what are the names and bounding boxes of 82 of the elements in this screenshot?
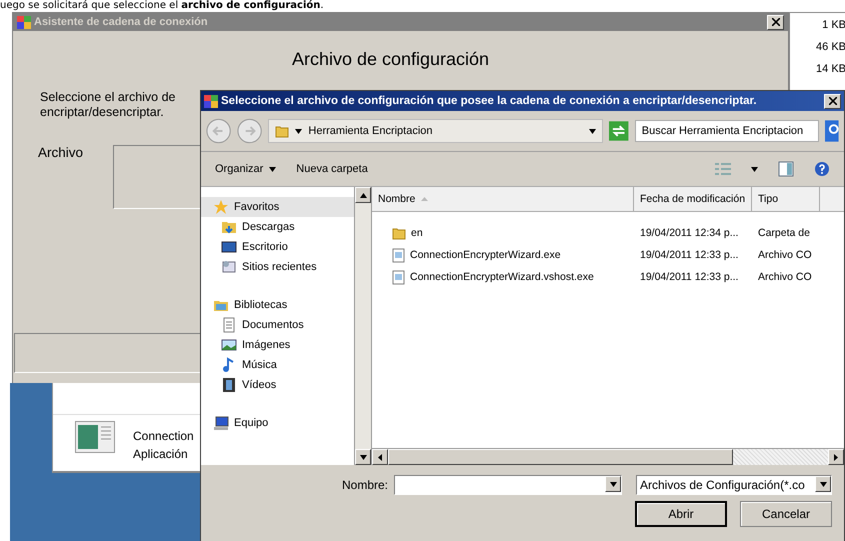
document-icon bbox=[221, 317, 237, 333]
instruction-text: Seleccione el archivo de encriptar/desencriptar. bbox=[40, 90, 176, 120]
image-icon bbox=[221, 337, 237, 353]
file-type: Archivo CO bbox=[757, 271, 813, 283]
organize-menu[interactable]: Organizar bbox=[215, 163, 276, 175]
recent-places-icon bbox=[221, 259, 237, 275]
nav-item[interactable]: Favoritos bbox=[201, 197, 354, 217]
scroll-thumb[interactable] bbox=[388, 449, 733, 465]
file-icon bbox=[392, 270, 405, 284]
modified-date: 19/04/2011 12:33 p... bbox=[639, 249, 740, 261]
caption-text: uego se solicitará que seleccione el archivo de configuración. bbox=[0, 0, 324, 12]
desktop-icon bbox=[221, 239, 237, 255]
close-button[interactable] bbox=[767, 14, 784, 30]
column-header[interactable]: Fecha de modificación bbox=[634, 187, 752, 211]
file-type: Archivo CO bbox=[757, 249, 813, 261]
dropdown-button[interactable] bbox=[605, 476, 621, 492]
caret-icon bbox=[360, 454, 366, 460]
dialog-title: Seleccione el archivo de configuración que posee la cadena de conexión a encriptar/desencriptar. bbox=[221, 95, 758, 107]
caret-icon bbox=[269, 166, 276, 172]
close-icon bbox=[772, 18, 780, 26]
new-folder-button[interactable]: Nueva carpeta bbox=[296, 163, 368, 175]
breadcrumb[interactable]: Herramienta Encriptacion bbox=[308, 125, 584, 137]
open-button[interactable]: Abrir bbox=[635, 501, 727, 527]
refresh-icon[interactable] bbox=[609, 121, 629, 141]
scroll-right-button[interactable] bbox=[828, 449, 844, 465]
close-icon bbox=[828, 97, 836, 105]
column-header[interactable]: Nombre bbox=[372, 187, 634, 211]
window-title: Asistente de cadena de conexión bbox=[34, 16, 209, 28]
star-icon bbox=[213, 199, 229, 215]
nav-item[interactable]: Equipo bbox=[201, 413, 354, 433]
nav-item[interactable]: Documentos bbox=[201, 315, 354, 335]
file-icon bbox=[392, 248, 405, 262]
file-type: Carpeta de bbox=[757, 227, 811, 239]
film-icon bbox=[221, 377, 237, 393]
filename-field[interactable] bbox=[394, 475, 622, 495]
cancel-button[interactable]: Cancelar bbox=[740, 501, 832, 527]
nav-item[interactable]: Música bbox=[201, 355, 354, 375]
caret-icon bbox=[751, 166, 758, 172]
filename-label: Nombre: bbox=[342, 478, 388, 492]
item-name: Connection bbox=[133, 429, 194, 443]
caret-icon bbox=[820, 482, 826, 486]
dropdown-button[interactable] bbox=[815, 476, 831, 492]
search-field[interactable]: Buscar Herramienta Encriptacion bbox=[634, 120, 820, 142]
application-icon bbox=[75, 421, 115, 453]
page-heading: Archivo de configuración bbox=[290, 48, 490, 70]
app-icon bbox=[17, 16, 31, 28]
help-icon[interactable] bbox=[814, 161, 830, 177]
computer-icon bbox=[213, 415, 229, 431]
preview-pane-icon[interactable] bbox=[778, 161, 794, 177]
download-folder-icon bbox=[221, 219, 237, 235]
nav-item[interactable]: Escritorio bbox=[201, 237, 354, 257]
caret-icon bbox=[360, 192, 366, 198]
file-label: Archivo bbox=[38, 145, 84, 162]
nav-item[interactable]: Descargas bbox=[201, 217, 354, 237]
file-name[interactable]: ConnectionEncrypterWizard.exe bbox=[372, 248, 634, 262]
caret-icon bbox=[610, 482, 616, 486]
search-icon[interactable] bbox=[825, 120, 839, 142]
nav-item[interactable]: Vídeos bbox=[201, 375, 354, 395]
folder-icon bbox=[392, 226, 406, 240]
vertical-scrollbar[interactable] bbox=[354, 187, 372, 465]
column-header[interactable]: Tipo bbox=[752, 187, 820, 211]
scroll-up-button[interactable] bbox=[355, 187, 371, 203]
nav-item[interactable]: Imágenes bbox=[201, 335, 354, 355]
folder-icon bbox=[275, 124, 290, 138]
scroll-down-button[interactable] bbox=[355, 449, 371, 465]
app-icon bbox=[204, 94, 218, 108]
address-bar[interactable]: Herramienta Encriptacion bbox=[268, 119, 604, 143]
file-type-select[interactable]: Archivos de Configuración(*.co bbox=[636, 475, 832, 495]
item-type: Aplicación bbox=[133, 447, 189, 461]
caret-icon bbox=[589, 128, 596, 134]
scroll-left-button[interactable] bbox=[372, 449, 388, 465]
caret-icon bbox=[834, 454, 838, 460]
file-name[interactable]: en bbox=[372, 226, 634, 240]
nav-item[interactable]: Bibliotecas bbox=[201, 295, 354, 315]
caret-icon bbox=[378, 454, 382, 460]
nav-item[interactable]: Sitios recientes bbox=[201, 257, 354, 277]
modified-date: 19/04/2011 12:34 p... bbox=[639, 227, 740, 239]
modified-date: 19/04/2011 12:33 p... bbox=[639, 271, 740, 283]
close-button[interactable] bbox=[824, 94, 841, 108]
file-name[interactable]: ConnectionEncrypterWizard.vshost.exe bbox=[372, 270, 634, 284]
horizontal-scrollbar[interactable] bbox=[372, 448, 844, 465]
caret-icon bbox=[295, 128, 302, 134]
